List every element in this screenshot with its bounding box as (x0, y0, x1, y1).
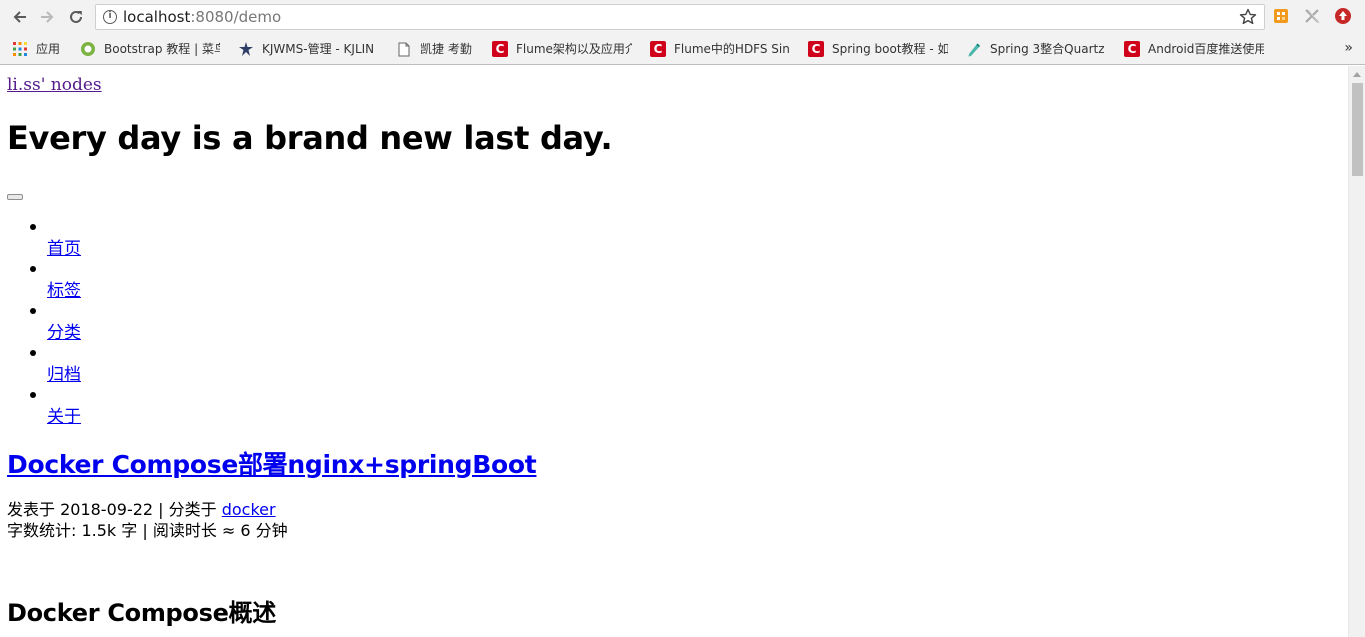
arrow-right-icon (41, 11, 54, 23)
menu-toggle-button[interactable] (7, 194, 23, 200)
arrow-left-icon (13, 11, 26, 23)
post-category-link[interactable]: docker (222, 500, 276, 519)
menu-link-tags[interactable]: 标签 (47, 280, 81, 302)
page-icon (396, 41, 412, 57)
browser-toolbar: i localhost:8080/demo (0, 0, 1365, 34)
menu-link-categories[interactable]: 分类 (47, 322, 81, 344)
menu-link-home[interactable]: 首页 (47, 238, 81, 260)
bullet-icon (30, 350, 36, 356)
bookmark-spring-boot[interactable]: C Spring boot教程 - 如 (808, 40, 948, 58)
menu-item-home: 首页 (0, 216, 300, 260)
extension-x-icon[interactable] (1303, 7, 1321, 25)
post-title-link[interactable]: Docker Compose部署nginx+springBoot (7, 449, 537, 481)
bookmark-apps[interactable]: 应用 (12, 40, 74, 58)
menu-item-tags: 标签 (0, 258, 300, 302)
url-host: localhost (123, 8, 191, 26)
scrollbar-thumb[interactable] (1352, 83, 1363, 176)
forward-button[interactable] (34, 5, 60, 29)
menu-item-about: 关于 (0, 384, 300, 428)
menu-item-archives: 归档 (0, 342, 300, 386)
bookmark-label: Android百度推送使用 (1148, 42, 1264, 56)
bookmark-attendance[interactable]: 凯捷 考勤 (396, 40, 478, 58)
post-stats: 字数统计: 1.5k 字 | 阅读时长 ≈ 6 分钟 (7, 521, 288, 540)
vertical-scrollbar[interactable] (1348, 66, 1365, 637)
csdn-icon: C (492, 41, 508, 57)
bullet-icon (30, 392, 36, 398)
info-icon[interactable]: i (103, 10, 117, 24)
reload-button[interactable] (63, 5, 89, 29)
site-home-link[interactable]: li.ss' nodes (7, 74, 102, 96)
reload-icon (70, 10, 82, 23)
csdn-icon: C (650, 41, 666, 57)
scroll-up-arrow-icon[interactable] (1349, 66, 1365, 82)
bookmark-flume-arch[interactable]: C Flume架构以及应用介 (492, 40, 632, 58)
bookmark-flume-hdfs[interactable]: C Flume中的HDFS Sin (650, 40, 790, 58)
post-meta: 发表于 2018-09-22 | 分类于 docker (7, 499, 276, 520)
bookmark-label: KJWMS-管理 - KJLIN (262, 42, 375, 56)
bookmark-spring-quartz[interactable]: Spring 3整合Quartz (966, 40, 1106, 58)
menu-item-categories: 分类 (0, 300, 300, 344)
bookmark-bootstrap[interactable]: Bootstrap 教程 | 菜鸟 (80, 40, 220, 58)
more-bookmarks-button[interactable]: » (1344, 40, 1353, 56)
section-heading: Docker Compose概述 (7, 599, 276, 627)
bookmark-label: 凯捷 考勤 (420, 42, 472, 56)
bookmark-label: Spring 3整合Quartz (990, 42, 1105, 56)
extension-orange-icon[interactable] (1272, 7, 1290, 25)
bookmark-label: Flume中的HDFS Sin (674, 42, 790, 56)
pen-icon (966, 41, 982, 57)
menu-link-archives[interactable]: 归档 (47, 364, 81, 386)
bookmark-android-push[interactable]: C Android百度推送使用 (1124, 40, 1264, 58)
bookmark-label: 应用 (36, 42, 61, 56)
bookmark-label: Bootstrap 教程 | 菜鸟 (104, 42, 220, 56)
bookmarks-bar: 应用 Bootstrap 教程 | 菜鸟 KJWMS-管理 - KJLIN 凯捷… (0, 34, 1365, 65)
url-path: :8080/demo (190, 8, 282, 26)
runoob-icon (80, 41, 96, 57)
bookmark-label: Flume架构以及应用介 (516, 42, 632, 56)
bookmark-label: Spring boot教程 - 如 (832, 42, 948, 56)
csdn-icon: C (808, 41, 824, 57)
url-text[interactable]: localhost:8080/demo (123, 8, 281, 26)
bullet-icon (30, 308, 36, 314)
bookmark-kjwms[interactable]: KJWMS-管理 - KJLIN (238, 40, 378, 58)
post-meta-text: 发表于 2018-09-22 | 分类于 (7, 500, 222, 519)
address-bar[interactable]: i localhost:8080/demo (95, 4, 1265, 30)
kjwms-icon (238, 41, 254, 57)
back-button[interactable] (7, 5, 33, 29)
bullet-icon (30, 224, 36, 230)
bookmark-star-icon[interactable] (1238, 7, 1258, 27)
page-viewport: li.ss' nodes Every day is a brand new la… (0, 66, 1348, 637)
menu-link-about[interactable]: 关于 (47, 406, 81, 428)
bullet-icon (30, 266, 36, 272)
site-title: Every day is a brand new last day. (7, 119, 613, 157)
csdn-icon: C (1124, 41, 1140, 57)
extension-upload-icon[interactable] (1334, 7, 1352, 25)
apps-grid-icon (12, 41, 28, 57)
